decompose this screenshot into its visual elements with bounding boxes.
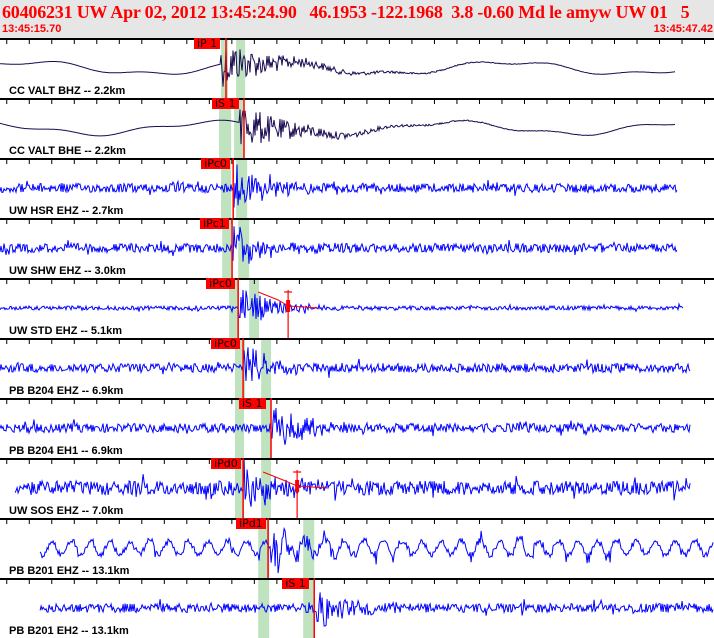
trace-row[interactable]: iS 1 PB B204 EH1 -- 6.9km (0, 398, 714, 458)
trace-row[interactable]: iPc0 UW STD EHZ -- 5.1km (0, 278, 714, 338)
trace-row[interactable]: iPd0 UW SOS EHZ -- 7.0km (0, 458, 714, 518)
trace-row[interactable]: iPd1 PB B201 EHZ -- 13.1km (0, 518, 714, 578)
phase-pick-label[interactable]: iPd0 (211, 458, 241, 469)
station-label: CC VALT BHE -- 2.2km (9, 145, 126, 157)
trace-row[interactable]: iPc0 UW HSR EHZ -- 2.7km (0, 158, 714, 218)
station-label: PB B204 EH1 -- 6.9km (9, 445, 123, 457)
phase-pick-label[interactable]: iPc0 (211, 338, 240, 349)
station-label: PB B204 EHZ -- 6.9km (9, 385, 124, 397)
waveform (39, 526, 714, 574)
phase-pick-label[interactable]: iP 1 (193, 38, 221, 49)
waveform (0, 48, 676, 87)
phase-pick-label[interactable]: iS 1 (282, 578, 309, 589)
pick-window-band (236, 38, 246, 98)
waveform (0, 164, 678, 208)
phase-pick-label[interactable]: iPc0 (201, 158, 230, 169)
trace-row[interactable]: iS 1 CC VALT BHE -- 2.2km (0, 98, 714, 158)
trace-row[interactable]: iPc0 PB B204 EHZ -- 6.9km (0, 338, 714, 398)
coda-marker-box (295, 480, 300, 492)
trace-row[interactable]: iPc1 UW SHW EHZ -- 3.0km (0, 218, 714, 278)
station-label: UW SOS EHZ -- 7.0km (9, 505, 124, 517)
phase-pick-label[interactable]: iPd1 (236, 518, 266, 529)
trace-row[interactable]: iP 1 CC VALT BHZ -- 2.2km (0, 38, 714, 98)
phase-pick-label[interactable]: iS 1 (239, 398, 266, 409)
station-label: CC VALT BHZ -- 2.2km (9, 85, 126, 97)
coda-marker-box (286, 300, 291, 312)
station-label: PB B201 EH2 -- 13.1km (9, 625, 129, 637)
phase-pick-label[interactable]: iS 1 (212, 98, 239, 109)
phase-pick-label[interactable]: iPc0 (206, 278, 235, 289)
trace-row[interactable]: iS 1 PB B201 EH2 -- 13.1km (0, 578, 714, 638)
waveform (0, 109, 676, 145)
waveform (0, 347, 691, 382)
waveform (0, 226, 678, 264)
station-label: UW SHW EHZ -- 3.0km (9, 265, 126, 277)
station-label: UW STD EHZ -- 5.1km (9, 325, 123, 337)
waveform (14, 458, 691, 507)
waveform (0, 289, 684, 321)
waveform (0, 407, 691, 445)
phase-pick-label[interactable]: iPc1 (200, 218, 229, 229)
station-label: UW HSR EHZ -- 2.7km (9, 205, 124, 217)
station-label: PB B201 EHZ -- 13.1km (9, 565, 130, 577)
waveform (39, 592, 714, 627)
seismogram-panel: iP 1 CC VALT BHZ -- 2.2km iS 1 CC VALT BHE … (0, 0, 714, 638)
